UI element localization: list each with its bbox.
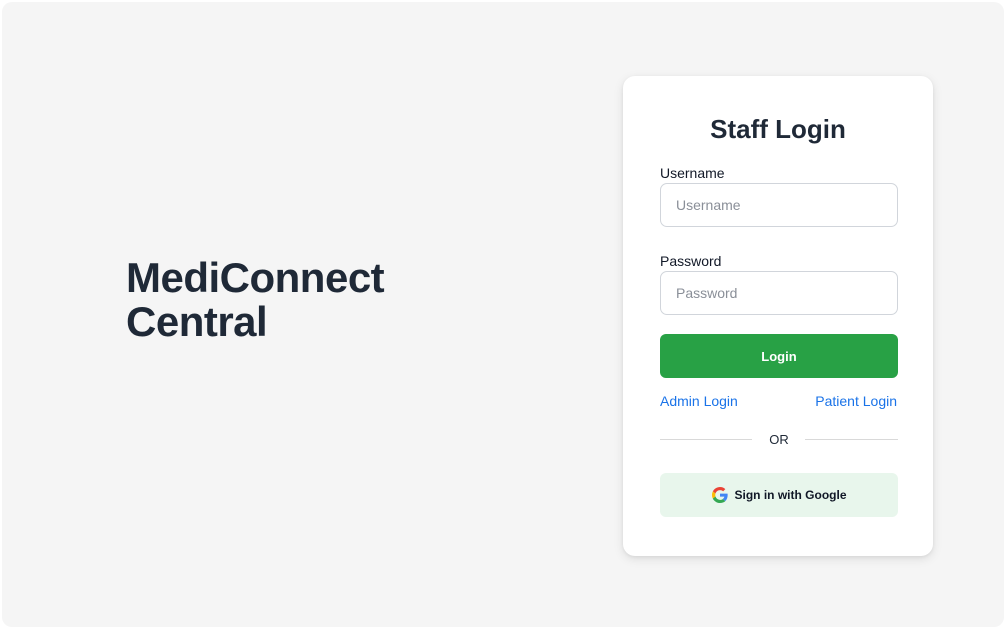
username-label: Username: [660, 165, 725, 181]
brand-title-line-2: Central: [126, 298, 268, 345]
google-g-icon: [711, 487, 728, 503]
page-background: MediConnect Central Staff Login Username…: [2, 2, 1004, 627]
google-signin-button[interactable]: Sign in with Google: [660, 473, 898, 517]
brand-title-line-1: MediConnect: [126, 254, 385, 301]
password-input[interactable]: [660, 271, 898, 315]
brand-title: MediConnect Central: [126, 254, 385, 345]
google-signin-label: Sign in with Google: [734, 488, 847, 502]
divider-or-text: OR: [769, 432, 789, 447]
divider-line-right: [805, 439, 898, 440]
password-label: Password: [660, 253, 722, 269]
login-card: Staff Login Username Password Login Admi…: [623, 76, 933, 556]
login-button[interactable]: Login: [660, 334, 898, 378]
username-input[interactable]: [660, 183, 898, 227]
admin-login-link[interactable]: Admin Login: [660, 392, 738, 410]
patient-login-link[interactable]: Patient Login: [815, 392, 897, 410]
login-title: Staff Login: [710, 114, 846, 144]
